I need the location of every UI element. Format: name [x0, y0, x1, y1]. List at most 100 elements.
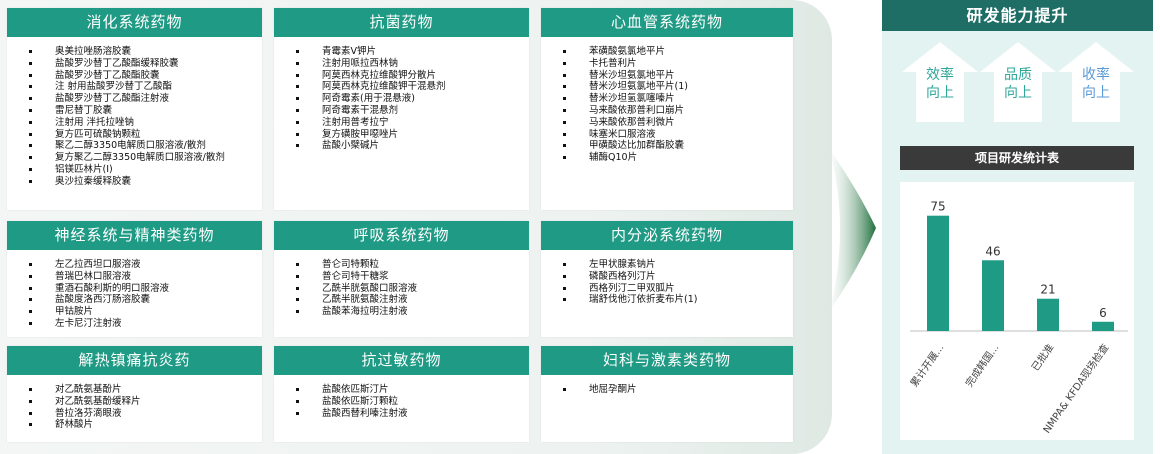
bar	[1037, 298, 1059, 331]
drug-list-item: 苯磺酸氨氯地平片	[563, 46, 793, 58]
data-label: 6	[1099, 306, 1107, 320]
drug-list-item: 瑞舒伐他汀依折麦布片(1)	[563, 294, 793, 306]
stats-chart: 75 累计开展... 46 完成韩国... 21 已批准 6 NMPA& KFDA现场检查	[900, 182, 1134, 440]
category-title: 心血管系统药物	[541, 8, 793, 37]
drug-list-item: 青霉素V钾片	[296, 46, 529, 58]
drug-list-item: 聚乙二醇3350电解质口服溶液/散剂	[29, 140, 262, 152]
drug-list-item: 阿莫西林克拉维酸钾分散片	[296, 70, 529, 82]
stats-title: 项目研发统计表	[900, 146, 1134, 170]
drug-list-item: 普仑司特干糖浆	[296, 271, 529, 283]
bar	[1092, 321, 1114, 331]
drug-list-item: 普仑司特颗粒	[296, 259, 529, 271]
drug-list-item: 普拉洛芬滴眼液	[29, 408, 262, 420]
up-arrow-label: 品质 向上	[980, 66, 1056, 102]
drug-list-item: 盐酸罗沙替丁乙酸酯注射液	[29, 93, 262, 105]
drug-list-item: 复方磺胺甲噁唑片	[296, 129, 529, 141]
drug-list: 普仑司特颗粒 普仑司特干糖浆 乙酰半胱氨酸口服溶液 乙酰半胱氨酸注射液 盐酸苯海拉明注射…	[274, 250, 529, 318]
drug-list-item: 重酒石酸利斯的明口服溶液	[29, 283, 262, 295]
drug-list: 左甲状腺素钠片 磷酸西格列汀片 西格列汀二甲双胍片 瑞舒伐他汀依折麦布片(1)	[541, 250, 793, 306]
drug-list-item: 舒林酸片	[29, 419, 262, 431]
category-tick-label: 完成韩国...	[962, 341, 1001, 389]
drug-list-item: 铝镁匹林片(I)	[29, 164, 262, 176]
drug-list-item: 卡托普利片	[563, 58, 793, 70]
bar	[927, 215, 949, 331]
drug-list-item: 对乙酰氨基酚片	[29, 384, 262, 396]
up-arrow-label-line2: 向上	[1082, 85, 1110, 101]
category-title: 呼吸系统药物	[274, 221, 529, 250]
drug-list-item: 盐酸依匹斯汀颗粒	[296, 396, 529, 408]
category-box: 抗过敏药物 盐酸依匹斯汀片 盐酸依匹斯汀颗粒 盐酸西替利嗪注射液	[274, 346, 529, 442]
drug-list-item: 注 射用盐酸罗沙替丁乙酸酯	[29, 81, 262, 93]
category-tick-label: 累计开展...	[907, 341, 946, 389]
drug-list-item: 普瑞巴林口服溶液	[29, 271, 262, 283]
drug-list-item: 对乙酰氨基酚缓释片	[29, 396, 262, 408]
drug-list-item: 替米沙坦氨氯地平片	[563, 70, 793, 82]
drug-list-item: 阿奇霉素干混悬剂	[296, 105, 529, 117]
category-title: 解热镇痛抗炎药	[7, 346, 262, 375]
drug-list-item: 西格列汀二甲双胍片	[563, 283, 793, 295]
category-box: 抗菌药物青霉素V钾片 注射用哌拉西林钠 阿莫西林克拉维酸钾分散片 阿莫西林克拉维酸钾干…	[274, 8, 529, 210]
drug-list-item: 磷酸西格列汀片	[563, 271, 793, 283]
drug-list-item: 马来酸依那普利口崩片	[563, 105, 793, 117]
drug-list-item: 盐酸苯海拉明注射液	[296, 306, 529, 318]
drug-list-item: 马来酸依那普利微片	[563, 117, 793, 129]
up-arrow-2: 品质 向上	[980, 42, 1056, 122]
drug-list-item: 奥美拉唑肠溶胶囊	[29, 46, 262, 58]
up-arrow-label-line1: 品质	[1004, 67, 1032, 83]
drug-list-item: 注射用哌拉西林钠	[296, 58, 529, 70]
drug-list-item: 替米沙坦氨氯地平片(1)	[563, 81, 793, 93]
drug-list-item: 甲磺酸达比加群酯胶囊	[563, 140, 793, 152]
drug-list-item: 味塞米口服溶液	[563, 129, 793, 141]
drug-list-item: 盐酸罗沙替丁乙酸酯缓释胶囊	[29, 58, 262, 70]
category-box: 内分泌系统药物 左甲状腺素钠片 磷酸西格列汀片 西格列汀二甲双胍片 瑞舒伐他汀依折麦布片…	[541, 221, 793, 337]
rd-capability-panel: 研发能力提升 效率 向上 品质 向上 收率 向上 项目研发统计表 75 累计开展... 46 完…	[882, 0, 1153, 454]
category-box: 心血管系统药物 苯磺酸氨氯地平片 卡托普利片 替米沙坦氨氯地平片 替米沙坦氨氯地平片(1…	[541, 8, 793, 210]
drug-list-item: 阿莫西林克拉维酸钾干混悬剂	[296, 81, 529, 93]
category-title: 妇科与激素类药物	[541, 346, 793, 375]
bar-chart: 75累计开展...46完成韩国...21已批准6NMPA& KFDA现场检查	[907, 200, 1128, 436]
drug-list: 左乙拉西坦口服溶液 普瑞巴林口服溶液 重酒石酸利斯的明口服溶液 盐酸度洛西汀肠溶胶囊甲…	[7, 250, 262, 330]
drug-list-item: 注射用 泮托拉唑钠	[29, 117, 262, 129]
category-box: 妇科与激素类药物地屈孕酮片	[541, 346, 793, 442]
up-arrow-label-line2: 向上	[926, 85, 954, 101]
data-label: 21	[1040, 283, 1055, 297]
up-arrow-label-line2: 向上	[1004, 85, 1032, 101]
category-title: 神经系统与精神类药物	[7, 221, 262, 250]
up-arrow-3: 收率 向上	[1058, 42, 1134, 122]
drug-list: 对乙酰氨基酚片 对乙酰氨基酚缓释片 普拉洛芬滴眼液 舒林酸片	[7, 375, 262, 431]
up-arrow-label-line1: 效率	[926, 67, 954, 83]
drug-list-item: 盐酸罗沙替丁乙酸酯胶囊	[29, 70, 262, 82]
data-label: 46	[985, 244, 1000, 258]
category-box: 消化系统药物 奥美拉唑肠溶胶囊 盐酸罗沙替丁乙酸酯缓释胶囊 盐酸罗沙替丁乙酸酯胶囊注 …	[7, 8, 262, 210]
drug-list-item: 注射用普考拉宁	[296, 117, 529, 129]
transition-arrow-icon	[830, 150, 876, 310]
drug-list-item: 复方匹可硫酸钠颗粒	[29, 129, 262, 141]
drug-list-item: 复方聚乙二醇3350电解质口服溶液/散剂	[29, 152, 262, 164]
category-title: 消化系统药物	[7, 8, 262, 37]
category-box: 神经系统与精神类药物 左乙拉西坦口服溶液 普瑞巴林口服溶液 重酒石酸利斯的明口服溶液盐…	[7, 221, 262, 337]
drug-list-item: 左乙拉西坦口服溶液	[29, 259, 262, 271]
drug-list: 苯磺酸氨氯地平片 卡托普利片 替米沙坦氨氯地平片 替米沙坦氨氯地平片(1) 替米沙坦氢氯…	[541, 37, 793, 164]
drug-list-item: 盐酸度洛西汀肠溶胶囊	[29, 294, 262, 306]
category-box: 解热镇痛抗炎药 对乙酰氨基酚片 对乙酰氨基酚缓释片 普拉洛芬滴眼液 舒林酸片	[7, 346, 262, 442]
drug-list-item: 盐酸西替利嗪注射液	[296, 408, 529, 420]
drug-list: 地屈孕酮片	[541, 375, 793, 396]
drug-list-item: 地屈孕酮片	[563, 384, 793, 396]
drug-list-item: 甲钴胺片	[29, 306, 262, 318]
drug-list-item: 左卡尼汀注射液	[29, 318, 262, 330]
drug-list-item: 辅酶Q10片	[563, 152, 793, 164]
category-tick-label: 已批准	[1029, 341, 1057, 373]
drug-list-item: 阿奇霉素(用于混悬液)	[296, 93, 529, 105]
up-arrow-label: 收率 向上	[1058, 66, 1134, 102]
drug-list-item: 盐酸小檗碱片	[296, 140, 529, 152]
drug-list: 奥美拉唑肠溶胶囊 盐酸罗沙替丁乙酸酯缓释胶囊 盐酸罗沙替丁乙酸酯胶囊注 射用盐酸罗沙…	[7, 37, 262, 188]
category-title: 内分泌系统药物	[541, 221, 793, 250]
category-title: 抗过敏药物	[274, 346, 529, 375]
drug-list-item: 奥沙拉秦缓释胶囊	[29, 176, 262, 188]
drug-list-item: 替米沙坦氢氯噻嗪片	[563, 93, 793, 105]
category-title: 抗菌药物	[274, 8, 529, 37]
up-arrow-label-line1: 收率	[1082, 67, 1110, 83]
data-label: 75	[930, 200, 945, 214]
up-arrow-label: 效率 向上	[902, 66, 978, 102]
drug-list-item: 乙酰半胱氨酸口服溶液	[296, 283, 529, 295]
